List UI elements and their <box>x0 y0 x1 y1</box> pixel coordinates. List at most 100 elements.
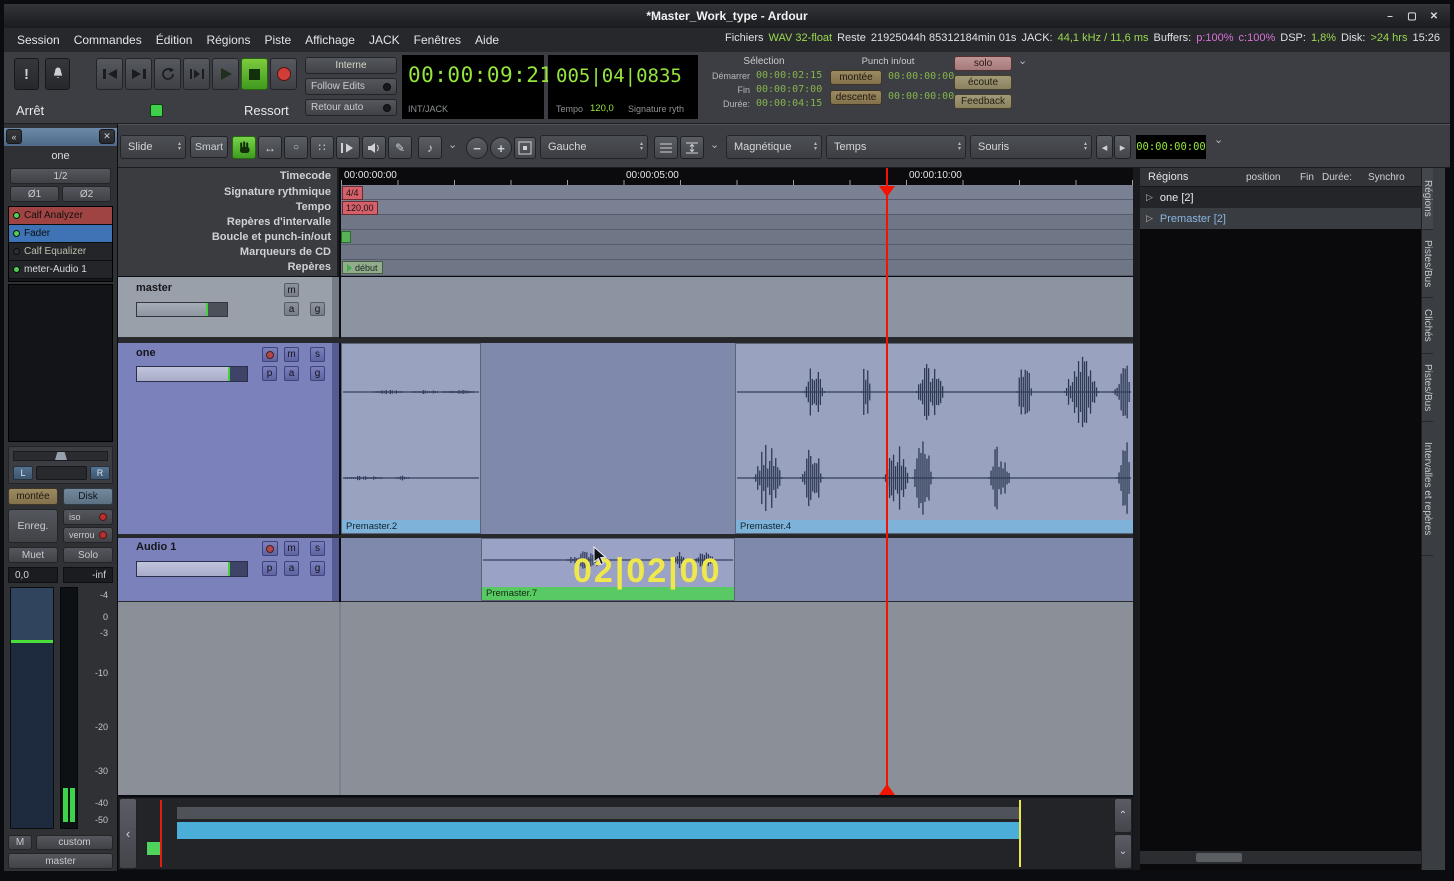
punch-in-value[interactable]: 00:00:00:00 <box>888 71 954 82</box>
feedback-alert-button[interactable] <box>45 58 70 90</box>
master-mute-button[interactable]: m <box>284 283 299 297</box>
expander-icon[interactable]: ▷ <box>1146 213 1153 224</box>
menu-aide[interactable]: Aide <box>468 30 506 50</box>
one-solo-button[interactable]: s <box>310 347 325 362</box>
audio1-automation-button[interactable]: a <box>284 561 299 576</box>
note-edit-button[interactable]: ♪ <box>418 136 442 159</box>
nudge-forward-button[interactable]: ▸ <box>1114 135 1131 159</box>
processor-item[interactable]: Fader <box>9 225 112 243</box>
error-log-button[interactable]: ! <box>14 58 39 90</box>
column-end[interactable]: Fin <box>1300 172 1314 183</box>
summary-scroll-down-button[interactable]: ⌄ <box>1114 834 1132 869</box>
summary-playhead[interactable] <box>160 800 162 867</box>
column-position[interactable]: position <box>1246 172 1280 183</box>
summary-canvas[interactable] <box>138 798 1113 869</box>
pan-slider[interactable] <box>13 451 108 461</box>
one-gain-slider[interactable] <box>136 366 248 382</box>
processor-item[interactable]: Calf Analyzer <box>9 207 112 225</box>
start-marker[interactable]: début <box>342 261 383 274</box>
zoom-out-button[interactable]: − <box>466 137 488 159</box>
feedback-button[interactable]: Feedback <box>954 94 1012 109</box>
zoom-fit-button[interactable] <box>514 137 536 159</box>
master-gain-slider[interactable] <box>136 302 228 317</box>
tab-regions[interactable]: Régions <box>1422 168 1433 230</box>
track-height-caret-icon[interactable]: ⌄ <box>710 138 719 151</box>
summary-scroll-left-button[interactable]: ‹ <box>119 798 137 869</box>
region-premaster4[interactable]: Premaster.4 <box>735 343 1133 534</box>
collapse-strip-button[interactable]: « <box>6 129 22 144</box>
content-tool-button[interactable] <box>336 136 360 159</box>
pan-left-label[interactable]: L <box>13 466 33 480</box>
location-marker-ruler[interactable]: début <box>341 260 1133 276</box>
auto-return-button[interactable]: Retour auto <box>305 99 397 116</box>
meter-ruler[interactable]: 4/4 <box>341 185 1133 200</box>
tab-tracks-bus-1[interactable]: Pistes/Bus <box>1422 230 1433 298</box>
maximize-icon[interactable]: ▢ <box>1404 9 1420 23</box>
playhead-bottom-marker-icon[interactable] <box>879 784 895 795</box>
tab-snapshots[interactable]: Clichés <box>1422 298 1433 354</box>
sync-source-button[interactable]: Interne <box>305 57 397 74</box>
snap-mode-combo[interactable]: Magnétique ▴▾ <box>726 135 822 159</box>
audio1-group-button[interactable]: g <box>310 561 325 576</box>
one-automation-button[interactable]: a <box>284 366 299 381</box>
audio1-solo-button[interactable]: s <box>310 541 325 556</box>
processor-item[interactable]: Calf Equalizer <box>9 243 112 261</box>
strip-track-name[interactable]: one <box>4 150 117 162</box>
click-indicator[interactable] <box>150 104 163 117</box>
record-button[interactable] <box>270 58 297 90</box>
processor-item[interactable]: meter-Audio 1 <box>9 261 112 279</box>
master-automation-button[interactable]: a <box>284 302 299 316</box>
timecode-ruler[interactable]: 00:00:00:00 00:00:05:00 00:00:10:00 <box>341 168 1133 185</box>
region-name-bar[interactable]: Premaster.4 <box>736 520 1133 533</box>
play-range-button[interactable] <box>183 58 210 90</box>
ruler-label-loop-punch[interactable]: Boucle et punch-in/out <box>118 230 337 245</box>
peak-display[interactable]: -inf <box>63 567 113 583</box>
one-playlist-button[interactable]: p <box>262 366 277 381</box>
loop-button[interactable] <box>154 58 181 90</box>
menu-fenetres[interactable]: Fenêtres <box>407 30 468 50</box>
draw-tool-button[interactable]: ✎ <box>388 136 412 159</box>
menu-affichage[interactable]: Affichage <box>298 30 362 50</box>
solo-options-caret-icon[interactable]: ⌄ <box>1018 54 1027 67</box>
playhead-top-marker-icon[interactable] <box>879 186 895 197</box>
ruler-label-cd[interactable]: Marqueurs de CD <box>118 245 337 260</box>
pan-center-display[interactable] <box>36 466 87 480</box>
nudge-back-button[interactable]: ◂ <box>1096 135 1113 159</box>
audio1-record-enable-button[interactable] <box>262 541 278 556</box>
punch-out-value[interactable]: 00:00:00:00 <box>888 91 954 102</box>
shrink-tracks-button[interactable] <box>654 136 678 159</box>
fader-handle[interactable] <box>11 640 53 643</box>
tab-ranges-marks[interactable]: Intervalles et repères <box>1422 422 1433 556</box>
track-name-audio1[interactable]: Audio 1 <box>136 541 176 553</box>
gain-display[interactable]: 0,0 <box>8 567 58 583</box>
region-premaster2[interactable]: Premaster.2 <box>341 343 481 534</box>
one-mute-button[interactable]: m <box>284 347 299 362</box>
menu-session[interactable]: Session <box>10 30 67 50</box>
track-lane-audio1[interactable]: Premaster.7 02|02|00 <box>341 538 1133 602</box>
region-handle-icon[interactable] <box>727 539 734 546</box>
metering-point-button[interactable]: M <box>8 835 32 850</box>
region-name-bar[interactable]: Premaster.2 <box>342 520 480 533</box>
region-list-row[interactable]: ▷ Premaster [2] <box>1140 208 1421 229</box>
scrollbar-thumb[interactable] <box>1196 853 1242 862</box>
monitor-button[interactable]: écoute <box>954 75 1012 90</box>
solo-lock-button[interactable]: verrou <box>63 527 113 543</box>
track-name-master[interactable]: master <box>136 282 172 294</box>
track-lane-master[interactable] <box>341 277 1133 338</box>
cd-marker-ruler[interactable] <box>341 245 1133 260</box>
output-button[interactable]: master <box>8 853 113 869</box>
ruler-label-timecode[interactable]: Timecode <box>118 168 337 185</box>
tempo-ruler[interactable]: 120,00 <box>341 200 1133 215</box>
zoom-focus-combo[interactable]: Gauche ▴▾ <box>540 135 648 159</box>
range-marker-ruler[interactable] <box>341 215 1133 230</box>
stop-button[interactable] <box>241 58 268 90</box>
solo-iso-button[interactable]: iso <box>63 509 113 525</box>
selection-start-value[interactable]: 00:00:02:15 <box>756 70 822 81</box>
region-list-row[interactable]: ▷ one [2] <box>1140 187 1421 208</box>
stretch-tool-button[interactable]: ∷ <box>310 136 334 159</box>
mute-button[interactable]: Muet <box>8 547 58 563</box>
audio1-mute-button[interactable]: m <box>284 541 299 556</box>
close-strip-button[interactable]: ✕ <box>99 129 115 144</box>
phase-2-button[interactable]: Ø2 <box>62 186 111 202</box>
gain-fader[interactable] <box>10 587 54 829</box>
